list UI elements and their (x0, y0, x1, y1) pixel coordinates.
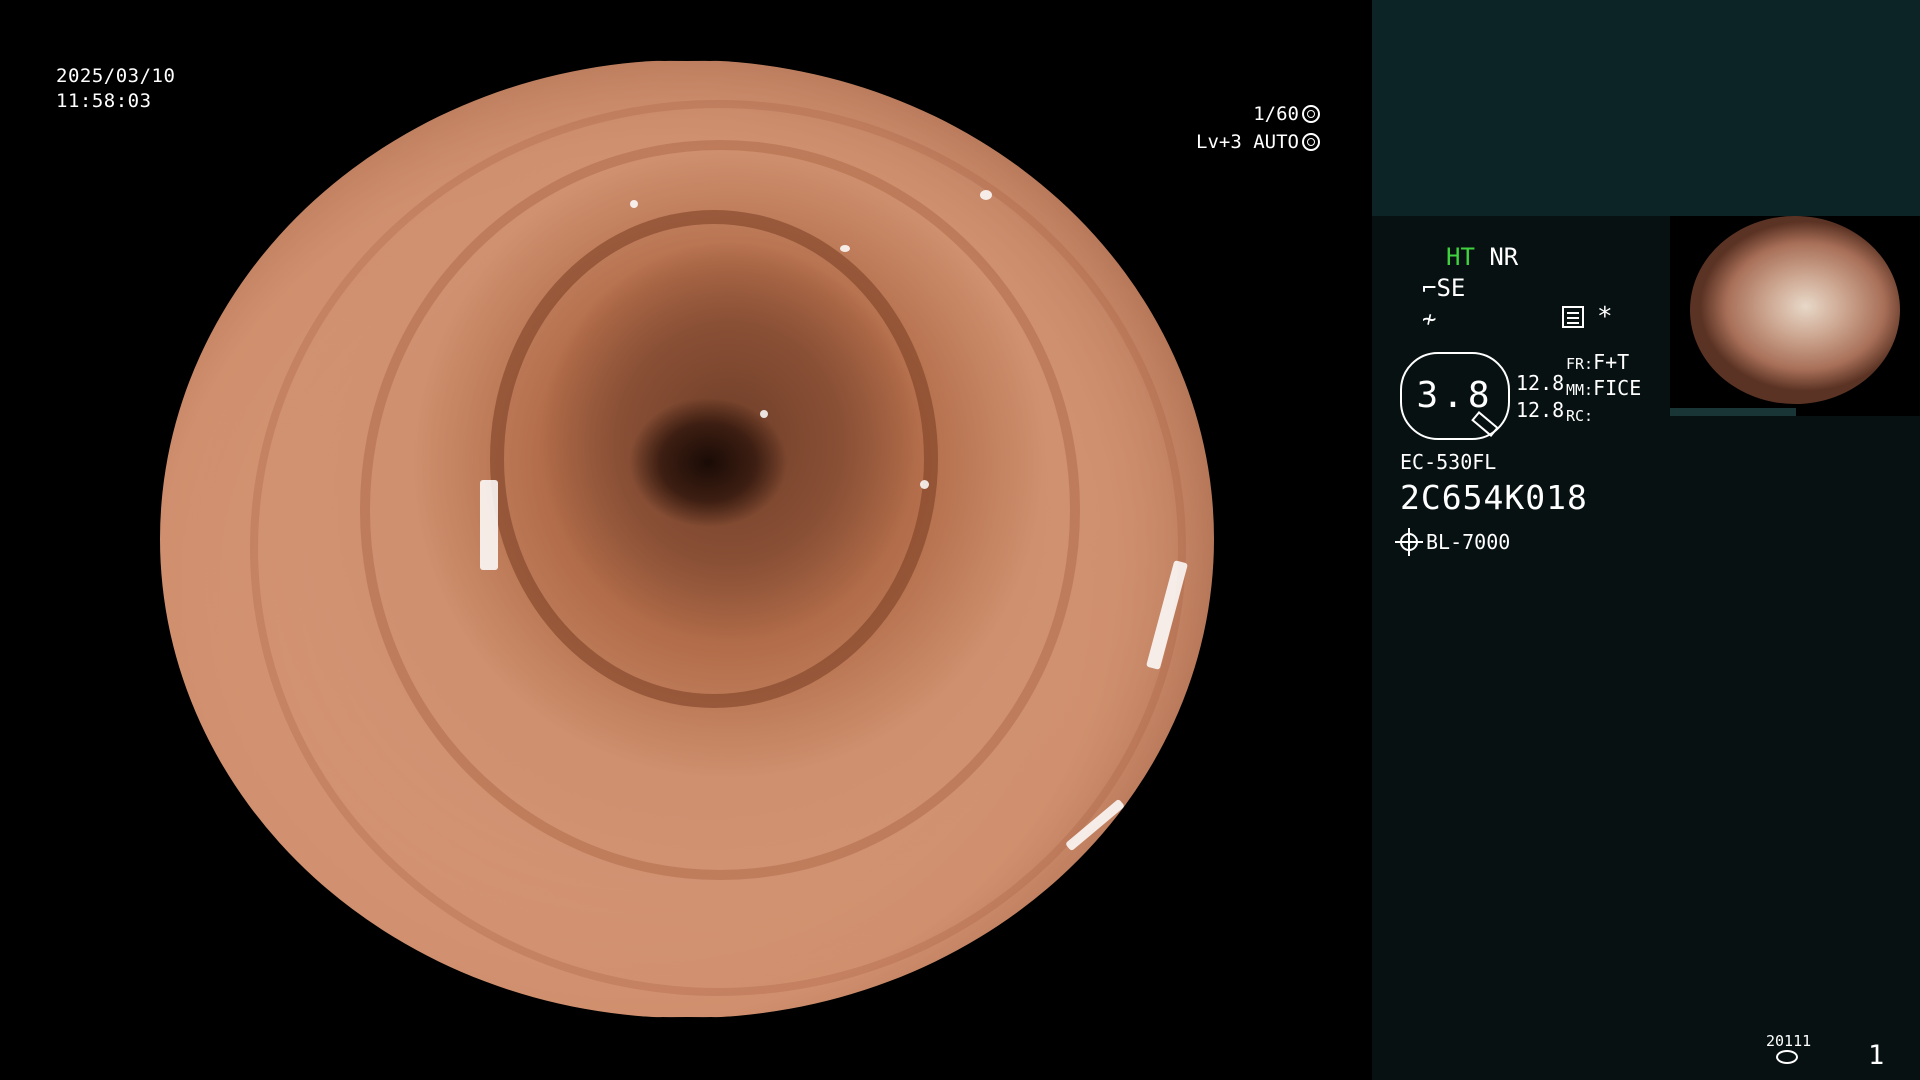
se-indicator: SE (1436, 274, 1466, 302)
thumbnail-bar (1670, 408, 1796, 416)
image-params: FR:F+T MM:FICE RC: (1566, 350, 1641, 428)
scope-model: EC-530FL (1400, 450, 1497, 474)
settings-icon (1562, 306, 1584, 328)
panel-header (1372, 0, 1920, 216)
footer-code: 20111 (1766, 1032, 1812, 1050)
zoom-badge: 3.8 (1400, 352, 1510, 440)
light-reflection (980, 190, 992, 200)
mode-info: HT NR ⌐SE ≁ (1422, 242, 1518, 335)
ht-indicator: HT (1446, 243, 1475, 271)
light-reflection (840, 245, 850, 252)
shutter-icon (1302, 105, 1320, 123)
mucosal-fold (250, 100, 1186, 996)
endoscope-view: 2025/03/10 11:58:03 1/60 Lv+3 AUTO (0, 0, 1372, 1080)
date-text: 2025/03/10 (56, 65, 176, 87)
exposure-overlay: 1/60 Lv+3 AUTO (1130, 100, 1320, 156)
light-source: BL-7000 (1395, 528, 1511, 556)
time-text: 11:58:03 (56, 90, 152, 112)
param-value: F+T (1593, 350, 1630, 374)
iris-text: Lv+3 AUTO (1196, 131, 1299, 153)
database-icon (1776, 1050, 1798, 1064)
shutter-text: 1/60 (1253, 103, 1299, 125)
filter-icon: ≁ (1422, 305, 1437, 333)
structure-enhance-icon: ⌐ (1422, 274, 1437, 302)
nr-indicator: NR (1489, 243, 1519, 271)
light-source-text: BL-7000 (1426, 530, 1511, 554)
thumbnail-image (1690, 216, 1900, 404)
zoom-value: 3.8 (1416, 375, 1494, 416)
asterisk-icon: * (1597, 302, 1613, 332)
endoscopic-image (160, 60, 1214, 1018)
light-reflection (630, 200, 638, 208)
zoom-value-2: 12.8 (1516, 398, 1565, 422)
light-reflection (480, 480, 498, 570)
param-key: MM: (1566, 381, 1594, 399)
zoom-values: 12.8 12.8 (1516, 370, 1564, 424)
iris-icon (1302, 133, 1320, 151)
info-panel: HT NR ⌐SE ≁ * 3.8 12.8 12.8 FR:F+T MM:FI… (1372, 0, 1920, 1080)
light-reflection (920, 480, 929, 489)
page-number: 1 (1868, 1040, 1885, 1071)
captured-thumbnail[interactable] (1670, 216, 1920, 416)
param-value: FICE (1593, 376, 1642, 400)
param-key: FR: (1566, 355, 1594, 373)
sun-icon (1395, 528, 1423, 556)
scope-serial: 2C654K018 (1400, 478, 1588, 517)
light-reflection (760, 410, 768, 418)
datetime-overlay: 2025/03/10 11:58:03 (56, 64, 175, 114)
zoom-value-1: 12.8 (1516, 371, 1565, 395)
param-key: RC: (1566, 407, 1594, 425)
